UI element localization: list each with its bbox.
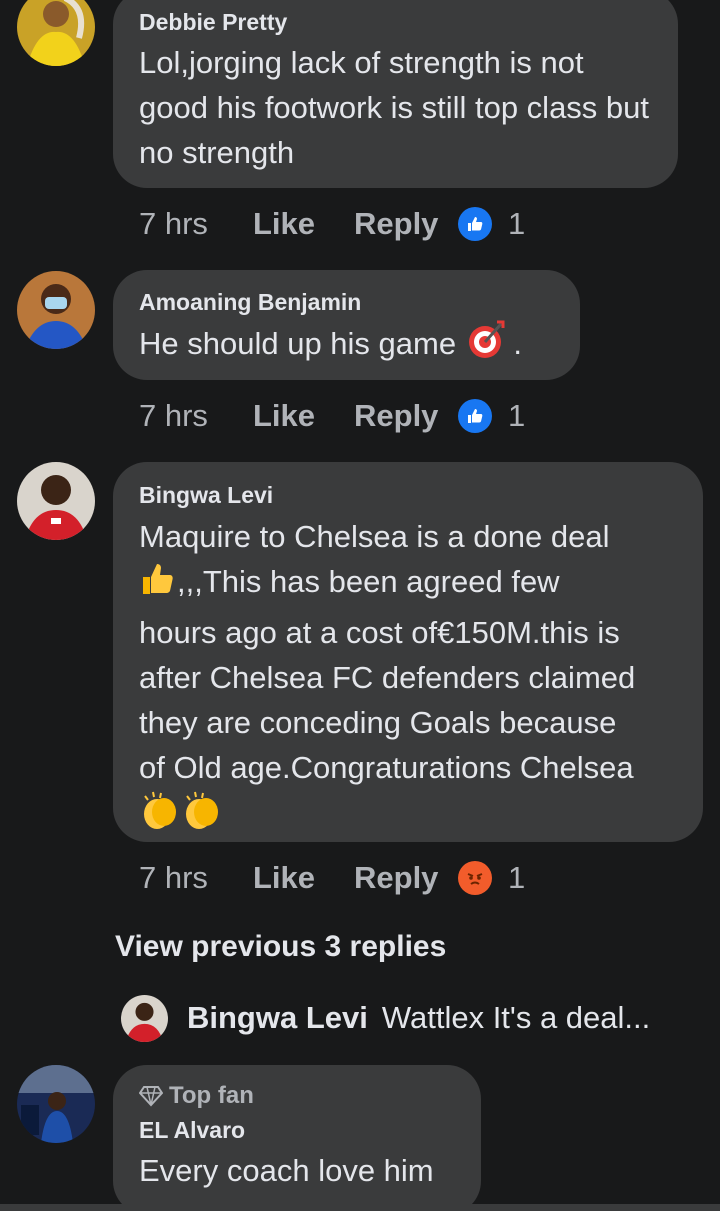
thumbs-up-icon (139, 560, 177, 610)
like-button[interactable]: Like (253, 398, 354, 434)
comment-actions: 7 hrs Like Reply 1 (139, 858, 525, 898)
comment-time[interactable]: 7 hrs (139, 206, 253, 242)
comment-text-line: of Old age.Congraturations Chelsea (139, 750, 634, 785)
comment-text-line: hours ago at a cost of€150M.this is (139, 615, 620, 650)
comment-bubble[interactable]: Top fan EL Alvaro Every coach love him (113, 1065, 481, 1211)
comment-text: He should up his game . (139, 320, 554, 372)
avatar[interactable] (17, 1065, 95, 1143)
direct-hit-icon (465, 320, 505, 372)
comments-page: Debbie Pretty Lol,jorging lack of streng… (0, 0, 720, 1211)
clapping-hands-icon (181, 790, 223, 844)
reply-button[interactable]: Reply (354, 206, 458, 242)
diamond-icon (139, 1086, 163, 1107)
comment-author[interactable]: Debbie Pretty (139, 8, 652, 36)
reply-author[interactable]: Bingwa Levi (187, 1000, 368, 1036)
comment-text: Lol,jorging lack of strength is not good… (139, 45, 650, 170)
avatar[interactable] (17, 0, 95, 66)
reply-button[interactable]: Reply (354, 398, 458, 434)
bottom-divider (0, 1204, 720, 1211)
reply-preview[interactable]: Bingwa Levi Wattlex It's a deal... (121, 992, 650, 1044)
comment-bubble[interactable]: Debbie Pretty Lol,jorging lack of streng… (113, 0, 678, 188)
comment-text: Maquire to Chelsea is a done deal ,,,Thi… (139, 514, 677, 844)
reaction-count[interactable]: 1 (508, 398, 525, 434)
clapping-hands-icon (139, 790, 181, 844)
comment-text-line: Maquire to Chelsea is a done deal (139, 519, 610, 554)
comment-text: Every coach love him (139, 1153, 434, 1188)
reply-text: Wattlex It's a deal... (381, 1000, 651, 1035)
like-button[interactable]: Like (253, 206, 354, 242)
like-button[interactable]: Like (253, 860, 354, 896)
like-reaction-icon[interactable] (458, 207, 492, 241)
comment-actions: 7 hrs Like Reply 1 (139, 396, 525, 436)
angry-reaction-icon[interactable] (458, 861, 492, 895)
comment-text-main: He should up his game (139, 326, 457, 361)
avatar[interactable] (121, 994, 168, 1042)
reply-button[interactable]: Reply (354, 860, 458, 896)
comment-author[interactable]: Amoaning Benjamin (139, 288, 554, 316)
reaction-count[interactable]: 1 (508, 206, 525, 242)
comment-text-line-body: ,,,This has been agreed few (177, 564, 560, 599)
like-reaction-icon[interactable] (458, 399, 492, 433)
avatar[interactable] (17, 271, 95, 349)
comment-text-line: they are conceding Goals because (139, 705, 617, 740)
comment-text-suffix: . (504, 326, 522, 361)
comment-time[interactable]: 7 hrs (139, 398, 253, 434)
comment-actions: 7 hrs Like Reply 1 (139, 204, 525, 244)
comment-author[interactable]: Bingwa Levi (139, 481, 677, 509)
avatar[interactable] (17, 462, 95, 540)
comment-bubble[interactable]: Amoaning Benjamin He should up his game … (113, 270, 580, 380)
top-fan-badge: Top fan (139, 1080, 455, 1112)
comment-text-line: after Chelsea FC defenders claimed (139, 660, 636, 695)
comment-text-line: ,,,This has been agreed few (139, 559, 677, 610)
reaction-count[interactable]: 1 (508, 860, 525, 896)
comment-time[interactable]: 7 hrs (139, 860, 253, 896)
comment-bubble[interactable]: Bingwa Levi Maquire to Chelsea is a done… (113, 462, 703, 842)
comment-author[interactable]: EL Alvaro (139, 1116, 455, 1144)
view-previous-replies-link[interactable]: View previous 3 replies (115, 925, 446, 969)
comment-text-line (139, 790, 677, 844)
top-fan-label: Top fan (169, 1082, 254, 1109)
